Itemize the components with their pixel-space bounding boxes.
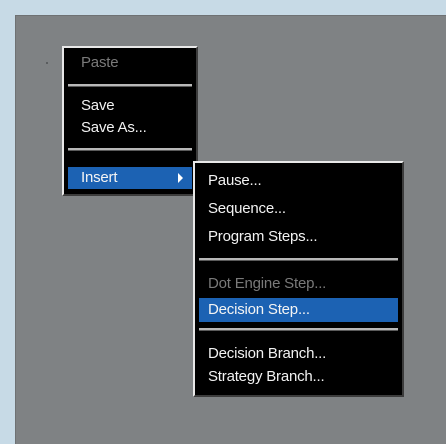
submenu-item-sequence[interactable]: Sequence...	[195, 198, 402, 220]
menu-item-paste[interactable]: Paste	[64, 52, 196, 74]
menu-item-insert[interactable]: Insert	[68, 167, 192, 189]
menu-item-label: Decision Step...	[208, 301, 310, 318]
menu-item-label: Save As...	[81, 119, 147, 136]
submenu-item-decision-step[interactable]: Decision Step...	[199, 298, 398, 322]
submenu-item-dot-engine-step[interactable]: Dot Engine Step...	[195, 273, 402, 295]
menu-separator	[199, 328, 398, 331]
submenu-item-decision-branch[interactable]: Decision Branch...	[195, 343, 402, 365]
menu-item-save[interactable]: Save	[64, 95, 196, 117]
insert-submenu: Pause... Sequence... Program Steps... Do…	[193, 161, 404, 397]
menu-separator	[68, 84, 192, 87]
submenu-arrow-icon	[178, 173, 183, 183]
submenu-item-pause[interactable]: Pause...	[195, 170, 402, 192]
menu-item-label: Save	[81, 97, 115, 114]
menu-item-label: Strategy Branch...	[208, 368, 325, 385]
menu-item-label: Insert	[81, 169, 118, 186]
menu-item-save-as[interactable]: Save As...	[64, 117, 196, 139]
menu-item-label: Sequence...	[208, 200, 286, 217]
menu-anchor-dot	[46, 62, 48, 64]
menu-item-label: Paste	[81, 54, 119, 71]
menu-item-label: Program Steps...	[208, 228, 318, 245]
submenu-item-program-steps[interactable]: Program Steps...	[195, 226, 402, 248]
menu-item-label: Dot Engine Step...	[208, 275, 327, 292]
menu-item-label: Pause...	[208, 172, 262, 189]
context-menu: Paste Save Save As... Insert	[62, 46, 198, 196]
menu-item-label: Decision Branch...	[208, 345, 327, 362]
menu-separator	[199, 258, 398, 261]
menu-separator	[68, 148, 192, 151]
submenu-item-strategy-branch[interactable]: Strategy Branch...	[195, 366, 402, 388]
